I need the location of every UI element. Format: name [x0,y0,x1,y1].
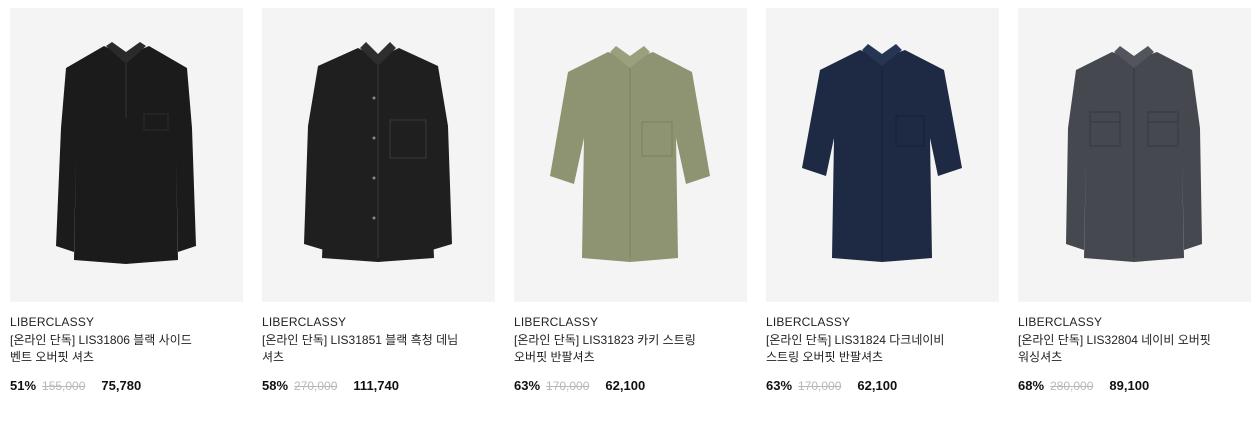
product-brand: LIBERCLASSY [514,315,599,329]
price-row: 63% 170,000 62,100 [514,378,747,394]
price-row: 58% 270,000 111,740 [262,378,495,394]
discount-rate: 63% [766,378,793,393]
sale-price: 111,740 [353,378,399,393]
washed-shirt-image [1066,46,1202,262]
sale-price: 89,100 [1109,378,1150,393]
original-price: 155,000 [42,379,86,393]
discount-rate: 68% [1018,378,1045,393]
price-row: 63% 170,000 62,100 [766,378,999,394]
black-denim-shirt-image [304,42,452,262]
product-image[interactable] [514,8,747,302]
original-price: 170,000 [798,379,842,393]
product-image[interactable] [1018,8,1251,302]
product-image[interactable] [262,8,495,302]
product-brand: LIBERCLASSY [1018,315,1103,329]
discount-rate: 63% [514,378,541,393]
product-title[interactable]: [온라인 단독] LIS31851 블랙 흑청 데님 셔츠 [262,332,467,366]
discount-rate: 51% [10,378,37,393]
product-image[interactable] [10,8,243,302]
original-price: 280,000 [1050,379,1094,393]
product-title[interactable]: [온라인 단독] LIS32804 네이비 오버핏 워싱셔츠 [1018,332,1223,366]
product-card[interactable]: LIBERCLASSY [온라인 단독] LIS31806 블랙 사이드 벤트 … [10,8,243,394]
original-price: 270,000 [294,379,338,393]
product-card[interactable]: LIBERCLASSY [온라인 단독] LIS31851 블랙 흑청 데님 셔… [262,8,495,394]
original-price: 170,000 [546,379,590,393]
product-brand: LIBERCLASSY [766,315,851,329]
discount-rate: 58% [262,378,289,393]
product-card[interactable]: LIBERCLASSY [온라인 단독] LIS31824 다크네이비 스트링 … [766,8,999,394]
product-title[interactable]: [온라인 단독] LIS31824 다크네이비 스트링 오버핏 반팔셔츠 [766,332,971,366]
product-card[interactable]: LIBERCLASSY [온라인 단독] LIS31823 카키 스트링 오버핏… [514,8,747,394]
sale-price: 62,100 [857,378,898,393]
navy-short-sleeve-shirt-image [802,44,962,262]
product-brand: LIBERCLASSY [262,315,347,329]
sale-price: 75,780 [101,378,142,393]
product-title[interactable]: [온라인 단독] LIS31806 블랙 사이드 벤트 오버핏 셔츠 [10,332,215,366]
black-shirt-image [56,42,196,264]
price-row: 51% 155,000 75,780 [10,378,243,394]
product-grid: LIBERCLASSY [온라인 단독] LIS31806 블랙 사이드 벤트 … [0,0,1253,429]
product-title[interactable]: [온라인 단독] LIS31823 카키 스트링 오버핏 반팔셔츠 [514,332,719,366]
khaki-short-sleeve-shirt-image [550,46,710,262]
product-image[interactable] [766,8,999,302]
product-brand: LIBERCLASSY [10,315,95,329]
product-card[interactable]: LIBERCLASSY [온라인 단독] LIS32804 네이비 오버핏 워싱… [1018,8,1251,394]
sale-price: 62,100 [605,378,646,393]
price-row: 68% 280,000 89,100 [1018,378,1251,394]
